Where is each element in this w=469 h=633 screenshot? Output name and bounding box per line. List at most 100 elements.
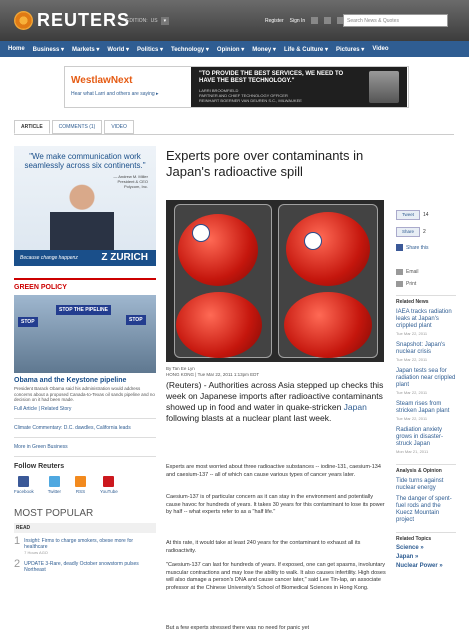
more-green-business-link[interactable]: More in Green Business	[14, 444, 156, 450]
apple	[286, 212, 370, 286]
nav-item[interactable]: Opinion ▾	[217, 46, 244, 53]
related-news-item[interactable]: Japan tests sea for radiation near cripp…	[396, 368, 456, 397]
tweet-count: 14	[423, 212, 429, 218]
follow-youtube[interactable]: YouTube	[100, 475, 118, 494]
zurich-att-company: Polycom, Inc.	[123, 184, 148, 189]
facebook-share[interactable]: Share this	[396, 244, 456, 251]
related-time: Tue Mar 22, 2011	[396, 331, 428, 336]
facebook-share-label: Share this	[406, 244, 429, 251]
topic-link[interactable]: Science »	[396, 545, 456, 551]
nav-item[interactable]: Politics ▾	[137, 46, 163, 53]
signin-link[interactable]: Sign In	[290, 18, 306, 24]
related-time: Tue Mar 22, 2011	[396, 357, 428, 362]
popular-title: UPDATE 3-Rare, deadly October snowstorm …	[24, 560, 139, 573]
twitter-label: Twitter	[47, 488, 62, 494]
protest-sign: STOP	[18, 317, 38, 327]
green-policy-title[interactable]: Obama and the Keystone pipeline	[14, 377, 156, 384]
related-story-link[interactable]: Related Story	[41, 406, 71, 412]
topic-link[interactable]: Japan »	[396, 554, 456, 560]
twitter-icon	[48, 475, 60, 487]
article-headline: Experts pore over contaminants in Japan'…	[166, 148, 364, 179]
related-news-item[interactable]: Radiation anxiety grows in disaster-stru…	[396, 427, 456, 456]
print-icon	[396, 281, 403, 287]
related-title: Snapshot: Japan's nuclear crisis	[396, 342, 446, 355]
follow-rss[interactable]: RSS	[75, 475, 87, 494]
related-time: Mon Mar 21, 2011	[396, 449, 429, 454]
edition-dropdown-icon[interactable]: ▾	[160, 17, 170, 25]
tab-comments[interactable]: COMMENTS (1)	[51, 120, 103, 134]
zurich-bar: Because change happenz Z ZURICH	[14, 250, 156, 266]
print-label: Print	[406, 281, 417, 287]
nav-item[interactable]: Video	[372, 46, 388, 52]
follow-heading: Follow Reuters	[14, 462, 65, 470]
zurich-quote: "We make communication work seamlessly a…	[24, 152, 146, 170]
full-article-link[interactable]: Full Article	[14, 406, 37, 412]
nav-item[interactable]: Markets ▾	[72, 46, 99, 53]
tab-video[interactable]: VIDEO	[104, 120, 134, 134]
share-button[interactable]: Share	[396, 227, 420, 237]
article-photo[interactable]	[166, 200, 384, 362]
main-nav: Home Business ▾ Markets ▾ World ▾ Politi…	[0, 41, 469, 57]
most-popular-read-tab[interactable]: READ	[14, 522, 156, 533]
article-paragraph: At this rate, it would take at least 240…	[166, 540, 361, 554]
related-news-item[interactable]: Steam rises from stricken Japan plant Tue…	[396, 401, 456, 423]
nav-item[interactable]: Technology ▾	[171, 46, 209, 53]
zurich-spokesperson-image	[50, 184, 114, 250]
facebook-icon	[396, 244, 403, 251]
nav-item[interactable]: Life & Culture ▾	[284, 46, 328, 53]
ad-banner[interactable]: WestlawNext Hear what Larri and others a…	[64, 66, 409, 108]
list-item[interactable]: 1 Insight: Firms to charge smokers, obes…	[14, 535, 156, 556]
nav-item[interactable]: Pictures ▾	[336, 46, 364, 53]
article-lede: (Reuters) - Authorities across Asia step…	[166, 380, 386, 424]
nav-item[interactable]: World ▾	[107, 46, 129, 53]
site-header: REUTERS EDITION: US ▾ Register Sign In S…	[0, 0, 469, 41]
ad-quote-panel: "TO PROVIDE THE BEST SERVICES, WE NEED T…	[191, 67, 407, 107]
article-paragraph: "Caesium-137 can last for hundreds of ye…	[166, 562, 386, 591]
email-tool[interactable]: Email	[396, 269, 456, 275]
follow-facebook[interactable]: Facebook	[14, 475, 34, 494]
edition-selector[interactable]: EDITION: US ▾	[126, 17, 170, 25]
zurich-ad[interactable]: "We make communication work seamlessly a…	[14, 146, 156, 266]
related-title: IAEA tracks radiation leaks at Japan's c…	[396, 309, 452, 329]
ad-quote: "TO PROVIDE THE BEST SERVICES, WE NEED T…	[199, 71, 344, 84]
search-input[interactable]: Search News & Quotes	[343, 14, 448, 27]
related-news-item[interactable]: Snapshot: Japan's nuclear crisis Tue Mar …	[396, 342, 456, 364]
nav-item[interactable]: Home	[8, 46, 25, 52]
analysis-item[interactable]: The danger of spent-fuel rods and the Ku…	[396, 496, 456, 524]
tweet-share[interactable]: Tweet 14	[396, 210, 456, 220]
follow-twitter[interactable]: Twitter	[47, 475, 62, 494]
japan-link[interactable]: Japan	[344, 402, 367, 412]
zurich-attribution: — Andrew M. Miller President & CEO Polyc…	[113, 174, 148, 189]
left-column: "We make communication work seamlessly a…	[14, 146, 156, 573]
article-byline: By Tan Ee Lyn HONG KONG | Tue Mar 22, 20…	[166, 366, 259, 378]
social-icon[interactable]	[311, 17, 319, 24]
related-time: Tue Mar 22, 2011	[396, 416, 428, 421]
apple	[178, 214, 258, 286]
nav-item[interactable]: Business ▾	[33, 46, 64, 53]
westlaw-logo: WestlawNext	[71, 75, 133, 86]
youtube-label: YouTube	[100, 488, 118, 494]
tab-article[interactable]: ARTICLE	[14, 120, 50, 134]
nav-item[interactable]: Money ▾	[252, 46, 276, 53]
reuters-logo[interactable]: REUTERS	[14, 10, 130, 31]
article-paragraph: Caesium-137 is of particular concern as …	[166, 494, 385, 515]
article-paragraph: But a few experts stressed there was no …	[166, 625, 310, 631]
analysis-heading: Analysis & Opinion	[396, 464, 456, 474]
youtube-icon	[103, 475, 115, 487]
linkedin-share[interactable]: Share 2	[396, 227, 456, 237]
related-title: Radiation anxiety grows in disaster-stru…	[396, 427, 444, 447]
list-item[interactable]: 2 UPDATE 3-Rare, deadly October snowstor…	[14, 558, 156, 573]
tweet-button[interactable]: Tweet	[396, 210, 420, 220]
zurich-logo: Z ZURICH	[101, 252, 148, 263]
share-count: 2	[423, 229, 426, 235]
print-tool[interactable]: Print	[396, 281, 456, 287]
climate-commentary-link[interactable]: Climate Commentary: D.C. dawdles, Califo…	[14, 425, 156, 431]
related-news-item[interactable]: IAEA tracks radiation leaks at Japan's c…	[396, 309, 456, 338]
register-link[interactable]: Register	[265, 18, 284, 24]
social-icon[interactable]	[324, 17, 332, 24]
analysis-item[interactable]: Tide turns against nuclear energy	[396, 478, 456, 492]
ad-attribution: LARRI BROOMFIELD PARTNER AND CHIEF TECHN…	[199, 88, 349, 103]
ad-tagline[interactable]: Hear what Larri and others are saying ▸	[71, 91, 159, 97]
protest-photo[interactable]: STOP STOP THE PIPELINE STOP	[14, 295, 156, 373]
topic-link[interactable]: Nuclear Power »	[396, 563, 456, 569]
